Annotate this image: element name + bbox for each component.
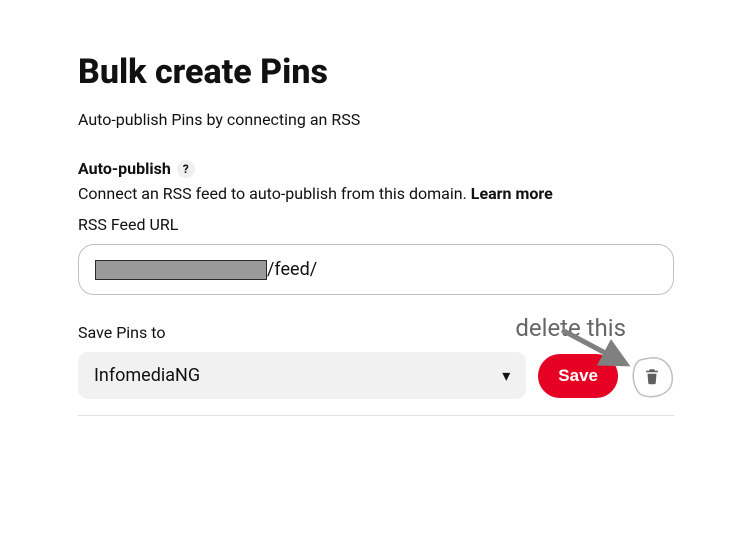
rss-url-value-tail: /feed/ (267, 259, 317, 280)
save-row: delete this InfomediaNG ▾ Save (78, 352, 674, 399)
page-subtitle: Auto-publish Pins by connecting an RSS (78, 110, 674, 129)
board-select-value: InfomediaNG (94, 365, 200, 386)
annotation-circle-icon (630, 354, 674, 398)
learn-more-link[interactable]: Learn more (471, 184, 553, 203)
rss-url-input[interactable]: /feed/ (78, 244, 674, 295)
auto-publish-description: Connect an RSS feed to auto-publish from… (78, 184, 674, 203)
board-select[interactable]: InfomediaNG ▾ (78, 352, 526, 399)
chevron-down-icon: ▾ (502, 366, 510, 385)
rss-url-label: RSS Feed URL (78, 215, 674, 234)
auto-publish-desc-text: Connect an RSS feed to auto-publish from… (78, 184, 471, 203)
redacted-url-segment (95, 260, 267, 280)
page-title: Bulk create Pins (78, 52, 674, 92)
auto-publish-label: Auto-publish (78, 159, 171, 178)
help-icon[interactable]: ? (177, 160, 195, 178)
divider (78, 415, 674, 416)
